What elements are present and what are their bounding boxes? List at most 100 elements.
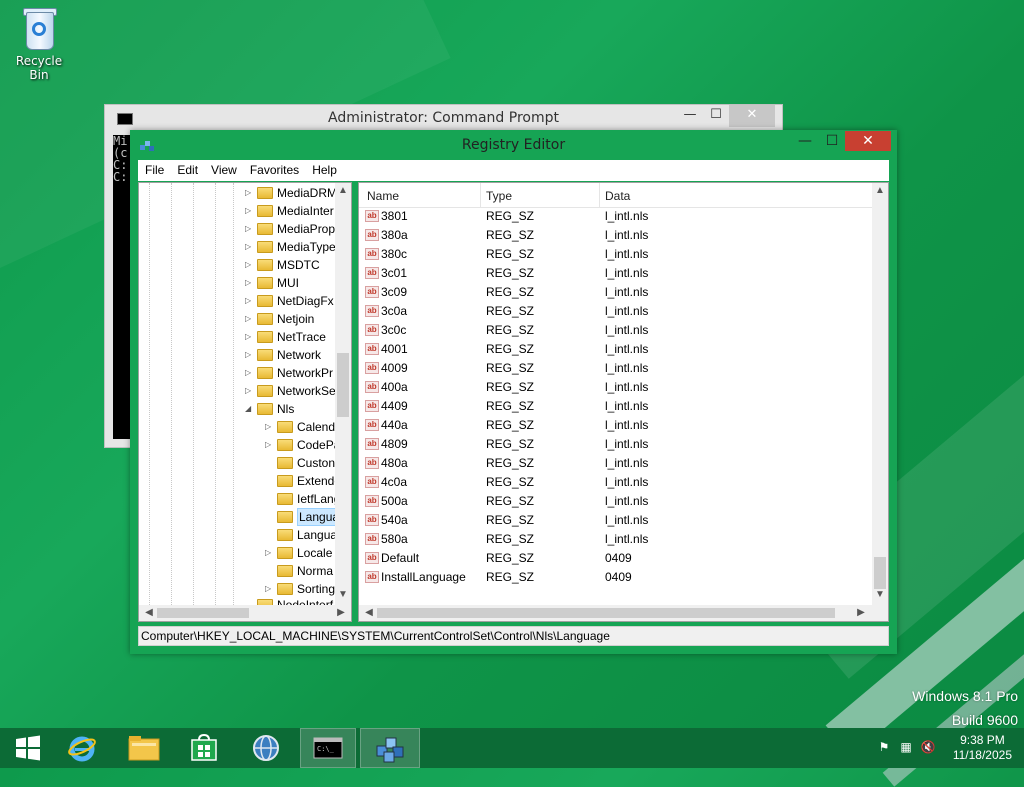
regedit-close-button[interactable]: ✕ bbox=[845, 131, 891, 151]
tree-node-label: MediaInter bbox=[277, 204, 334, 218]
scroll-thumb[interactable] bbox=[337, 353, 349, 417]
cmd-title-bar[interactable]: Administrator: Command Prompt — ☐ ✕ bbox=[105, 105, 782, 131]
registry-value-row[interactable]: ab 3c09 REG_SZ l_intl.nls bbox=[359, 283, 872, 302]
column-header-type[interactable]: Type bbox=[486, 189, 512, 203]
cmd-title: Administrator: Command Prompt bbox=[328, 110, 559, 126]
start-button[interactable] bbox=[0, 728, 56, 768]
scroll-thumb[interactable] bbox=[874, 557, 886, 589]
scroll-left-arrow[interactable]: ◀ bbox=[361, 607, 377, 618]
registry-value-row[interactable]: ab 4409 REG_SZ l_intl.nls bbox=[359, 397, 872, 416]
value-data: l_intl.nls bbox=[605, 209, 649, 223]
volume-muted-icon[interactable]: 🔇 bbox=[920, 740, 936, 756]
registry-value-row[interactable]: ab 480a REG_SZ l_intl.nls bbox=[359, 454, 872, 473]
column-header-name[interactable]: Name bbox=[367, 189, 399, 203]
scroll-up-arrow[interactable]: ▲ bbox=[872, 185, 888, 196]
tree-horizontal-scrollbar[interactable]: ◀ ▶ bbox=[139, 605, 351, 621]
tree-expander-icon[interactable]: ▷ bbox=[245, 274, 255, 292]
string-value-icon: ab bbox=[365, 476, 379, 488]
value-type: REG_SZ bbox=[486, 456, 535, 470]
tree-expander-icon[interactable]: ▷ bbox=[245, 364, 255, 382]
registry-value-row[interactable]: ab 4809 REG_SZ l_intl.nls bbox=[359, 435, 872, 454]
cmd-minimize-button[interactable]: — bbox=[677, 105, 703, 127]
menu-view[interactable]: View bbox=[204, 160, 243, 177]
folder-icon bbox=[257, 187, 273, 199]
network-status-icon[interactable]: ▦ bbox=[898, 740, 914, 756]
registry-value-row[interactable]: ab 4009 REG_SZ l_intl.nls bbox=[359, 359, 872, 378]
tree-node-label: Norma bbox=[297, 564, 334, 578]
column-header-data[interactable]: Data bbox=[605, 189, 630, 203]
registry-value-row[interactable]: ab 440a REG_SZ l_intl.nls bbox=[359, 416, 872, 435]
tree-expander-icon[interactable]: ▷ bbox=[245, 328, 255, 346]
registry-editor-button[interactable] bbox=[360, 728, 420, 768]
desktop-icon-recycle-bin[interactable]: Recycle Bin bbox=[6, 6, 72, 82]
regedit-maximize-button[interactable]: ☐ bbox=[818, 131, 846, 153]
value-type: REG_SZ bbox=[486, 247, 535, 261]
menu-edit[interactable]: Edit bbox=[170, 160, 204, 177]
registry-value-row[interactable]: ab 400a REG_SZ l_intl.nls bbox=[359, 378, 872, 397]
registry-value-row[interactable]: ab InstallLanguage REG_SZ 0409 bbox=[359, 568, 872, 587]
values-vertical-scrollbar[interactable]: ▲ ▼ bbox=[872, 183, 888, 605]
scroll-thumb[interactable] bbox=[377, 608, 835, 618]
registry-editor-window[interactable]: Registry Editor — ☐ ✕ File Edit View Favori… bbox=[130, 130, 897, 654]
registry-value-row[interactable]: ab 3801 REG_SZ l_intl.nls bbox=[359, 207, 872, 226]
registry-value-row[interactable]: ab 540a REG_SZ l_intl.nls bbox=[359, 511, 872, 530]
registry-value-row[interactable]: ab 500a REG_SZ l_intl.nls bbox=[359, 492, 872, 511]
tree-node-label: NetworkPr bbox=[277, 366, 334, 380]
menu-help[interactable]: Help bbox=[305, 160, 343, 177]
command-prompt-button[interactable]: C:\_ bbox=[300, 728, 356, 768]
scroll-right-arrow[interactable]: ▶ bbox=[333, 607, 349, 618]
cmd-maximize-button[interactable]: ☐ bbox=[703, 105, 729, 127]
tree-expander-icon[interactable]: ▷ bbox=[265, 580, 275, 598]
registry-values-pane[interactable]: Name Type Data ab 3801 REG_SZ l_intl.nls ab 3… bbox=[358, 182, 889, 622]
tree-expander-icon[interactable]: ▷ bbox=[245, 310, 255, 328]
internet-explorer-button[interactable] bbox=[54, 728, 110, 768]
store-button[interactable] bbox=[176, 728, 232, 768]
menu-favorites[interactable]: Favorites bbox=[243, 160, 305, 177]
registry-value-row[interactable]: ab 3c01 REG_SZ l_intl.nls bbox=[359, 264, 872, 283]
value-data: l_intl.nls bbox=[605, 285, 649, 299]
taskbar-clock[interactable]: 9:38 PM 11/18/2025 bbox=[953, 733, 1012, 763]
tree-node-label: IetfLang bbox=[297, 492, 341, 506]
tree-expander-icon[interactable]: ▷ bbox=[265, 436, 275, 454]
registry-value-row[interactable]: ab Default REG_SZ 0409 bbox=[359, 549, 872, 568]
scroll-down-arrow[interactable]: ▼ bbox=[872, 589, 888, 600]
menu-file[interactable]: File bbox=[138, 160, 170, 177]
registry-value-row[interactable]: ab 380a REG_SZ l_intl.nls bbox=[359, 226, 872, 245]
value-data: l_intl.nls bbox=[605, 361, 649, 375]
registry-value-row[interactable]: ab 580a REG_SZ l_intl.nls bbox=[359, 530, 872, 549]
scroll-down-arrow[interactable]: ▼ bbox=[335, 589, 351, 600]
action-center-flag-icon[interactable]: ⚑ bbox=[876, 740, 892, 756]
tree-expander-icon[interactable]: ◢ bbox=[245, 400, 255, 418]
values-horizontal-scrollbar[interactable]: ◀ ▶ bbox=[359, 605, 888, 621]
registry-value-row[interactable]: ab 3c0a REG_SZ l_intl.nls bbox=[359, 302, 872, 321]
tree-expander-icon[interactable]: ▷ bbox=[245, 184, 255, 202]
registry-tree-pane[interactable]: ▷ MediaDRM ▷ MediaInter ▷ MediaProp ▷ MediaType… bbox=[138, 182, 352, 622]
registry-value-row[interactable]: ab 3c0c REG_SZ l_intl.nls bbox=[359, 321, 872, 340]
tree-expander-icon[interactable]: ▷ bbox=[245, 202, 255, 220]
registry-value-row[interactable]: ab 4001 REG_SZ l_intl.nls bbox=[359, 340, 872, 359]
registry-value-row[interactable]: ab 380c REG_SZ l_intl.nls bbox=[359, 245, 872, 264]
tree-expander-icon[interactable]: ▷ bbox=[245, 382, 255, 400]
value-name: 3c09 bbox=[381, 285, 408, 299]
scroll-up-arrow[interactable]: ▲ bbox=[335, 185, 351, 196]
tree-expander-icon[interactable]: ▷ bbox=[265, 418, 275, 436]
tree-expander-icon[interactable]: ▷ bbox=[245, 256, 255, 274]
clock-date: 11/18/2025 bbox=[952, 748, 1012, 762]
scroll-left-arrow[interactable]: ◀ bbox=[141, 607, 157, 618]
registry-value-row[interactable]: ab 4c0a REG_SZ l_intl.nls bbox=[359, 473, 872, 492]
tree-expander-icon[interactable]: ▷ bbox=[245, 220, 255, 238]
tree-expander-icon[interactable]: ▷ bbox=[245, 346, 255, 364]
tree-expander-icon[interactable]: ▷ bbox=[265, 544, 275, 562]
file-explorer-button[interactable] bbox=[116, 728, 172, 768]
scroll-thumb[interactable] bbox=[157, 608, 249, 618]
tree-vertical-scrollbar[interactable]: ▲ ▼ bbox=[335, 183, 351, 605]
tree-expander-icon[interactable]: ▷ bbox=[245, 292, 255, 310]
scroll-right-arrow[interactable]: ▶ bbox=[853, 607, 869, 618]
cmd-close-button[interactable]: ✕ bbox=[729, 105, 775, 127]
regedit-minimize-button[interactable]: — bbox=[791, 131, 819, 153]
regedit-title-bar[interactable]: Registry Editor — ☐ ✕ bbox=[130, 130, 897, 160]
tree-expander-icon[interactable]: ▷ bbox=[245, 238, 255, 256]
network-app-button[interactable] bbox=[238, 728, 294, 768]
folder-icon bbox=[277, 529, 293, 541]
watermark-edition: Windows 8.1 Pro bbox=[912, 688, 1018, 704]
